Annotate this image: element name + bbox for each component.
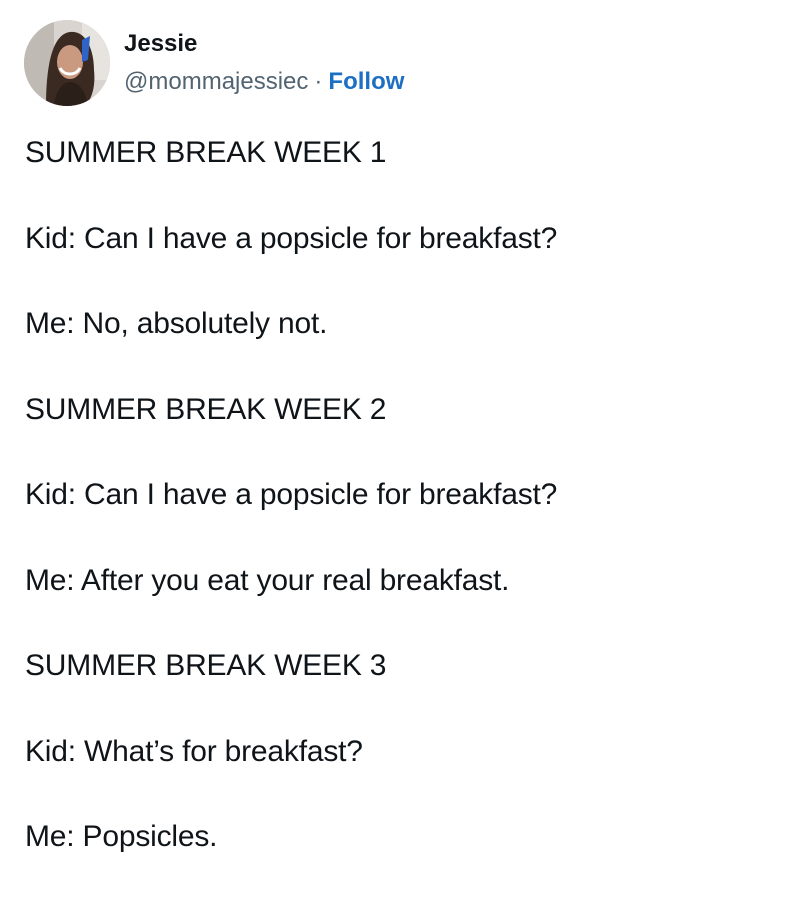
tweet-line: Me: After you eat your real breakfast. (25, 563, 510, 597)
separator-dot: · (314, 68, 323, 95)
display-name[interactable]: Jessie (124, 29, 404, 59)
tweet-line: Kid: Can I have a popsicle for breakfast… (25, 478, 558, 511)
tweet-line: SUMMER BREAK WEEK 1 (25, 136, 387, 169)
tweet-line: SUMMER BREAK WEEK 2 (25, 392, 387, 426)
avatar[interactable] (24, 20, 110, 106)
tweet-line: Kid: Can I have a popsicle for breakfast… (25, 221, 558, 255)
tweet-body: SUMMER BREAK WEEK 1 Kid: Can I have a po… (25, 133, 785, 903)
follow-link[interactable]: Follow (328, 68, 404, 95)
handle-row: @mommajessiec · Follow (124, 67, 404, 97)
tweet-line: Me: Popsicles. (25, 820, 218, 853)
user-handle[interactable]: @mommajessiec (124, 68, 308, 95)
profile-photo-avatar (24, 20, 110, 106)
user-meta: Jessie @mommajessiec · Follow (124, 29, 404, 97)
tweet-line: Kid: What’s for breakfast? (25, 734, 363, 768)
tweet-line: Me: No, absolutely not. (25, 307, 328, 340)
tweet-header: Jessie @mommajessiec · Follow (24, 18, 404, 108)
tweet-card: Jessie @mommajessiec · Follow SUMMER BREAK… (0, 0, 806, 872)
tweet-line: SUMMER BREAK WEEK 3 (25, 649, 387, 682)
